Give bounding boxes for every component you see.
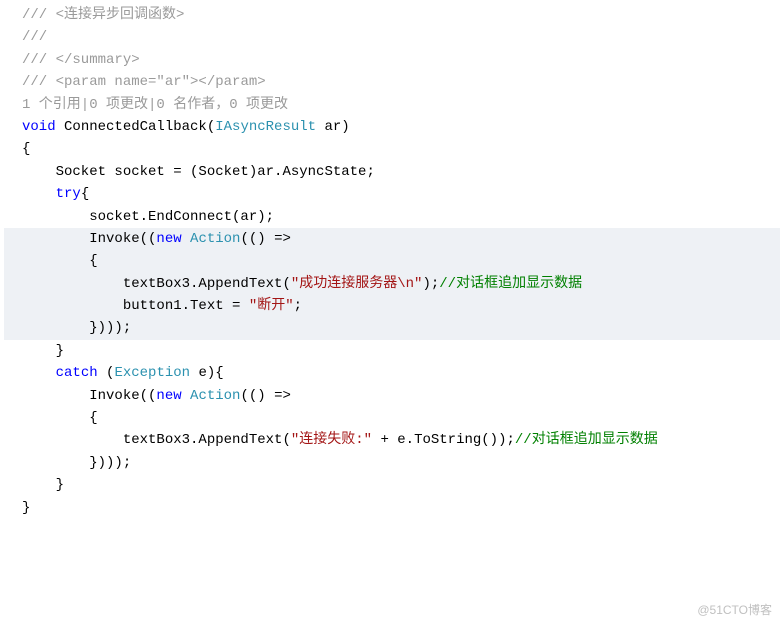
xml-comment-line: /// <连接异步回调函数> [4,4,780,26]
code-line: socket.EndConnect(ar); [4,206,780,228]
code-line: Invoke((new Action(() => [4,385,780,407]
param-name: ar) [316,119,350,135]
comment-text: ></param> [190,74,266,90]
indent [22,365,56,381]
string-literal: "成功连接服务器\n" [291,276,423,292]
brace-text: { [81,186,89,202]
watermark: @51CTO博客 [697,601,772,620]
brace: } [4,474,780,496]
type-exception: Exception [114,365,190,381]
xml-comment-line: /// </summary> [4,49,780,71]
xml-comment-line: /// [4,26,780,48]
method-name: ConnectedCallback( [56,119,216,135]
xml-comment-line: /// <param name="ar"></param> [4,71,780,93]
inline-comment: //对话框追加显示数据 [439,276,582,292]
keyword-try: try [56,186,81,202]
code-text: e){ [190,365,224,381]
code-text: textBox3.AppendText( [22,276,291,292]
code-block: /// <连接异步回调函数> /// /// </summary> /// <p… [4,4,780,519]
space [182,231,190,247]
keyword-catch: catch [56,365,98,381]
code-line: catch (Exception e){ [4,362,780,384]
brace: } [4,497,780,519]
comment-string: "ar" [156,74,190,90]
code-text: ; [294,298,302,314]
type-name: IAsyncResult [215,119,316,135]
brace: { [4,407,780,429]
code-line: try{ [4,183,780,205]
code-line: }))); [4,317,780,339]
inline-comment: //对话框追加显示数据 [515,432,658,448]
string-literal: "连接失败:" [291,432,372,448]
code-text: ( [98,365,115,381]
keyword-new: new [156,388,181,404]
code-line: }))); [4,452,780,474]
code-text: textBox3.AppendText( [22,432,291,448]
brace: { [4,138,780,160]
code-text: ); [422,276,439,292]
string-literal: "断开" [249,298,294,314]
type-action: Action [190,231,240,247]
code-line: textBox3.AppendText("连接失败:" + e.ToString… [4,429,780,451]
code-text: button1.Text = [22,298,249,314]
code-text: Invoke(( [22,231,156,247]
space [182,388,190,404]
codelens-annotation: 1 个引用|0 项更改|0 名作者，0 项更改 [4,94,780,116]
code-text: + e.ToString()); [372,432,515,448]
code-text: (() => [240,388,290,404]
code-text: (() => [240,231,290,247]
comment-text: /// <param name= [22,74,156,90]
keyword-void: void [22,119,56,135]
method-signature: void ConnectedCallback(IAsyncResult ar) [4,116,780,138]
code-text: Invoke(( [22,388,156,404]
code-line: button1.Text = "断开"; [4,295,780,317]
keyword-new: new [156,231,181,247]
brace: { [4,250,780,272]
code-line: textBox3.AppendText("成功连接服务器\n");//对话框追加… [4,273,780,295]
type-action: Action [190,388,240,404]
code-line: Socket socket = (Socket)ar.AsyncState; [4,161,780,183]
code-line: Invoke((new Action(() => [4,228,780,250]
brace: } [4,340,780,362]
